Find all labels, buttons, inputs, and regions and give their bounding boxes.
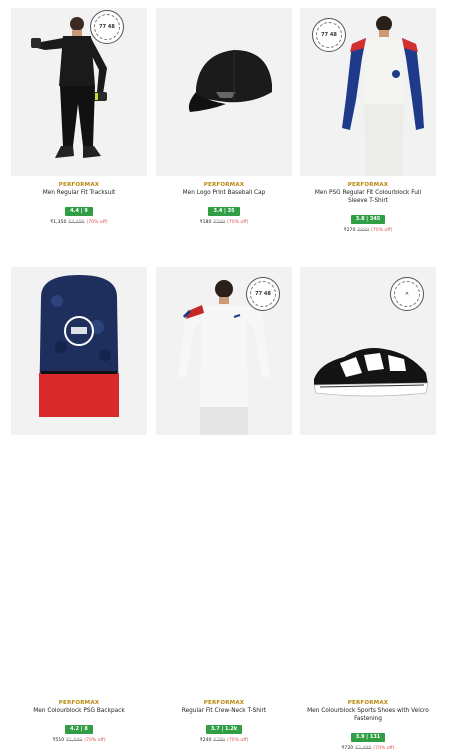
brand-badge-mark: ✕ [394, 281, 420, 307]
rating-badge: 3.4 | 35 [208, 207, 240, 216]
psg-badge-text: 77 48 [94, 14, 120, 40]
mrp-price: ₹799 [213, 738, 226, 743]
brand-badge-icon: ✕ [390, 277, 424, 311]
rating-badge: 4.2 | 8 [65, 725, 93, 734]
price-row: ₹1,350 ₹4,499 (70% off) [11, 219, 147, 226]
product-grid: PERFORMAX Men Regular Fit Tracksuit 4.4 … [0, 0, 450, 751]
mrp-price: ₹599 [213, 220, 226, 225]
price-row: ₹270 ₹899 (70% off) [300, 227, 436, 234]
sale-price: ₹240 [199, 738, 212, 743]
product-brand: PERFORMAX [203, 182, 245, 188]
discount-label: (70% off) [227, 738, 249, 743]
product-name[interactable]: Regular Fit Crew-Neck T-Shirt [156, 707, 292, 715]
product-name[interactable]: Men Regular Fit Tracksuit [11, 189, 147, 197]
price-row: ₹240 ₹799 (70% off) [156, 737, 292, 744]
sale-price: ₹180 [199, 220, 212, 225]
mrp-price: ₹2,499 [355, 746, 372, 751]
product-image[interactable] [11, 8, 147, 176]
discount-label: (70% off) [227, 220, 249, 225]
psg-badge-icon: 77 48 [90, 10, 124, 44]
product-brand: PERFORMAX [58, 700, 100, 706]
product-image[interactable]: 77 48 [156, 267, 292, 435]
rating-badge: 3.7 | 1.2k [205, 725, 243, 734]
product-image[interactable] [11, 267, 147, 435]
product-image[interactable]: 77 48 [300, 8, 436, 176]
sale-price: ₹1,350 [50, 220, 67, 225]
product-name[interactable]: Men Logo Print Baseball Cap [156, 189, 292, 197]
product-brand: PERFORMAX [347, 182, 389, 188]
mrp-price: ₹4,499 [68, 220, 85, 225]
product-name[interactable]: Men Colourblock PSG Backpack [11, 707, 147, 715]
product-brand: PERFORMAX [347, 700, 389, 706]
product-name[interactable]: Men Colourblock Sports Shoes with Velcro… [300, 707, 436, 723]
product-image[interactable] [156, 8, 292, 176]
discount-label: (70% off) [86, 220, 108, 225]
price-row: ₹720 ₹2,499 (70% off) [300, 745, 436, 752]
mrp-price: ₹899 [357, 228, 370, 233]
rating-badge: 4.4 | 9 [65, 207, 93, 216]
sale-price: ₹270 [343, 228, 356, 233]
psg-badge-icon: 77 48 [312, 18, 346, 52]
psg-badge-icon: 77 48 [246, 277, 280, 311]
product-brand: PERFORMAX [203, 700, 245, 706]
sale-price: ₹510 [52, 738, 65, 743]
rating-badge: 3.9 | 131 [350, 733, 386, 742]
price-row: ₹180 ₹599 (70% off) [156, 219, 292, 226]
price-row: ₹510 ₹1,699 (70% off) [11, 737, 147, 744]
discount-label: (70% off) [373, 746, 395, 751]
product-image[interactable]: ✕ [300, 267, 436, 435]
sale-price: ₹720 [341, 746, 354, 751]
discount-label: (70% off) [84, 738, 106, 743]
mrp-price: ₹1,699 [66, 738, 83, 743]
discount-label: (70% off) [371, 228, 393, 233]
psg-badge-text: 77 48 [250, 281, 276, 307]
psg-badge-text: 77 48 [316, 22, 342, 48]
rating-badge: 3.8 | 345 [350, 215, 386, 224]
product-brand: PERFORMAX [58, 182, 100, 188]
product-name[interactable]: Men PSG Regular Fit Colourblock Full Sle… [300, 189, 436, 205]
